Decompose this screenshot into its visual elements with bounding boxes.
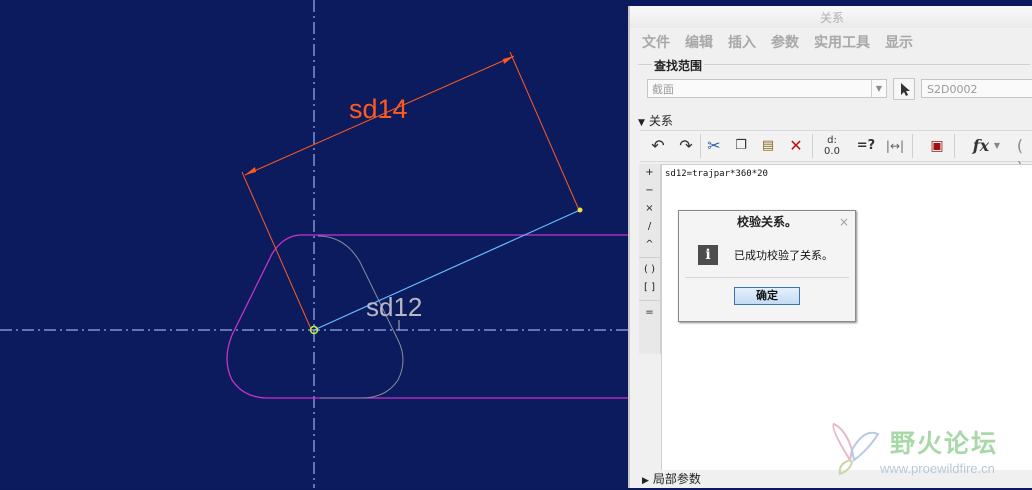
ok-button[interactable]: 确定 — [734, 287, 800, 305]
menu-file[interactable]: 文件 — [642, 32, 670, 52]
copy-icon[interactable]: ❐ — [731, 135, 751, 157]
menu-parameters[interactable]: 参数 — [771, 32, 799, 52]
trajectory-profile — [226, 234, 630, 399]
close-icon[interactable]: × — [839, 211, 849, 233]
dim-arrow-left — [245, 167, 256, 175]
butterfly-logo-icon — [832, 422, 880, 476]
paste-icon[interactable]: ▤ — [758, 135, 778, 157]
scope-select-value: 截面 — [652, 83, 674, 96]
op-plus[interactable]: + — [639, 164, 660, 182]
relations-section-header[interactable]: ▼ 关系 — [630, 113, 1032, 129]
relations-toolbar: ↶ ↷ ✂ ❐ ▤ ✕ d:0.0 =? |↔| ▣ fx ▼ ( ) — [640, 130, 1032, 177]
cad-viewport[interactable]: sd14 sd12 — [0, 0, 630, 488]
dim-arrow-right — [503, 56, 514, 64]
op-multiply[interactable]: × — [639, 200, 660, 218]
dim-extension-1 — [241, 171, 312, 330]
menu-display[interactable]: 显示 — [885, 32, 913, 52]
watermark-text: 野火论坛 — [890, 429, 999, 458]
function-dropdown-icon[interactable]: ▼ — [992, 135, 1002, 157]
op-parens[interactable]: ( ) — [639, 261, 660, 279]
undo-icon[interactable]: ↶ — [648, 135, 668, 157]
op-minus[interactable]: − — [639, 182, 660, 200]
scope-select[interactable]: 截面 ▼ — [647, 79, 887, 98]
menu-bar: 文件 编辑 插入 参数 实用工具 显示 — [630, 28, 1032, 56]
dialog-message: 已成功校验了关系。 — [734, 249, 833, 262]
collapse-triangle-icon: ▼ — [638, 118, 645, 128]
op-equals[interactable]: = — [639, 304, 660, 322]
sketch-canvas — [0, 0, 630, 488]
operator-sidebar: + − × / ^ ( ) [ ] = — [639, 164, 661, 354]
panel-title: 关系 — [630, 6, 1032, 28]
verify-icon[interactable]: =? — [856, 135, 876, 157]
select-pointer-button[interactable] — [893, 78, 915, 100]
chevron-down-icon[interactable]: ▼ — [871, 80, 886, 97]
cursor-arrow-icon — [901, 83, 910, 96]
search-scope-label: 查找范围 — [652, 57, 705, 74]
local-params-label: 局部参数 — [652, 472, 701, 486]
sketch-line — [313, 209, 581, 331]
watermark-url: www.proewildfire.cn — [880, 461, 995, 476]
menu-utilities[interactable]: 实用工具 — [814, 32, 870, 52]
delete-icon[interactable]: ✕ — [786, 135, 806, 157]
dimension-sd14-label[interactable]: sd14 — [349, 94, 408, 125]
menu-insert[interactable]: 插入 — [728, 32, 756, 52]
relations-section-label: 关系 — [648, 114, 673, 128]
bracket-icon[interactable]: ( ) — [1012, 135, 1028, 177]
dim-extension-2 — [509, 51, 580, 211]
op-brackets[interactable]: [ ] — [639, 279, 660, 297]
endpoint-marker — [577, 207, 583, 213]
info-icon: i — [698, 245, 718, 265]
scope-field[interactable]: S2D0002 — [921, 79, 1032, 98]
relation-line: sd12=trajpar*360*20 — [665, 169, 768, 179]
watermark: 野火论坛 www.proewildfire.cn — [820, 420, 1030, 480]
redo-icon[interactable]: ↷ — [676, 135, 696, 157]
verify-dialog: 校验关系。 × i 已成功校验了关系。 确定 — [678, 210, 856, 322]
dialog-title: 校验关系。 × — [679, 211, 855, 233]
cut-icon[interactable]: ✂ — [704, 135, 724, 157]
units-icon[interactable]: ▣ — [926, 135, 948, 157]
op-divide[interactable]: / — [639, 218, 660, 236]
expand-triangle-icon: ▶ — [642, 476, 649, 486]
function-icon[interactable]: fx — [970, 135, 992, 157]
evaluate-icon[interactable]: d: 0.0 — [820, 135, 844, 157]
dimension-icon[interactable]: |↔| — [884, 135, 906, 157]
dimension-sd12-label[interactable]: sd12 — [366, 292, 422, 323]
menu-edit[interactable]: 编辑 — [685, 32, 713, 52]
op-power[interactable]: ^ — [639, 236, 660, 254]
dialog-divider — [685, 277, 849, 278]
dialog-title-text: 校验关系。 — [736, 215, 797, 229]
